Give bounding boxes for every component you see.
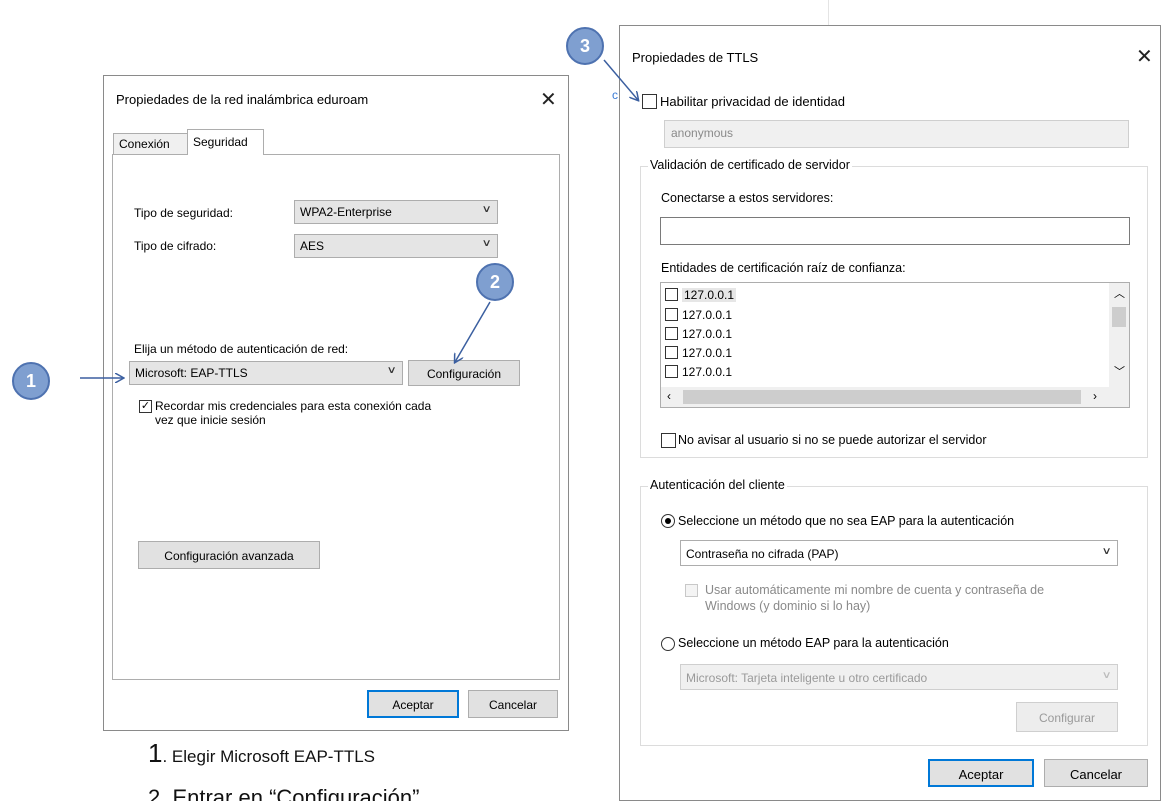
caption-step-1-text: . Elegir Microsoft EAP-TTLS <box>162 747 376 766</box>
caption-step-2-text: 2. Entrar en “Configuración” <box>148 785 420 801</box>
caption-step-1-number: 1 <box>148 738 163 768</box>
arrow-3 <box>603 59 638 100</box>
arrow-2 <box>455 301 491 362</box>
caption-step-2: 2. Entrar en “Configuración” <box>148 785 419 801</box>
caption-step-1: 1. Elegir Microsoft EAP-TTLS <box>148 738 375 769</box>
annotation-arrows <box>80 59 1164 801</box>
